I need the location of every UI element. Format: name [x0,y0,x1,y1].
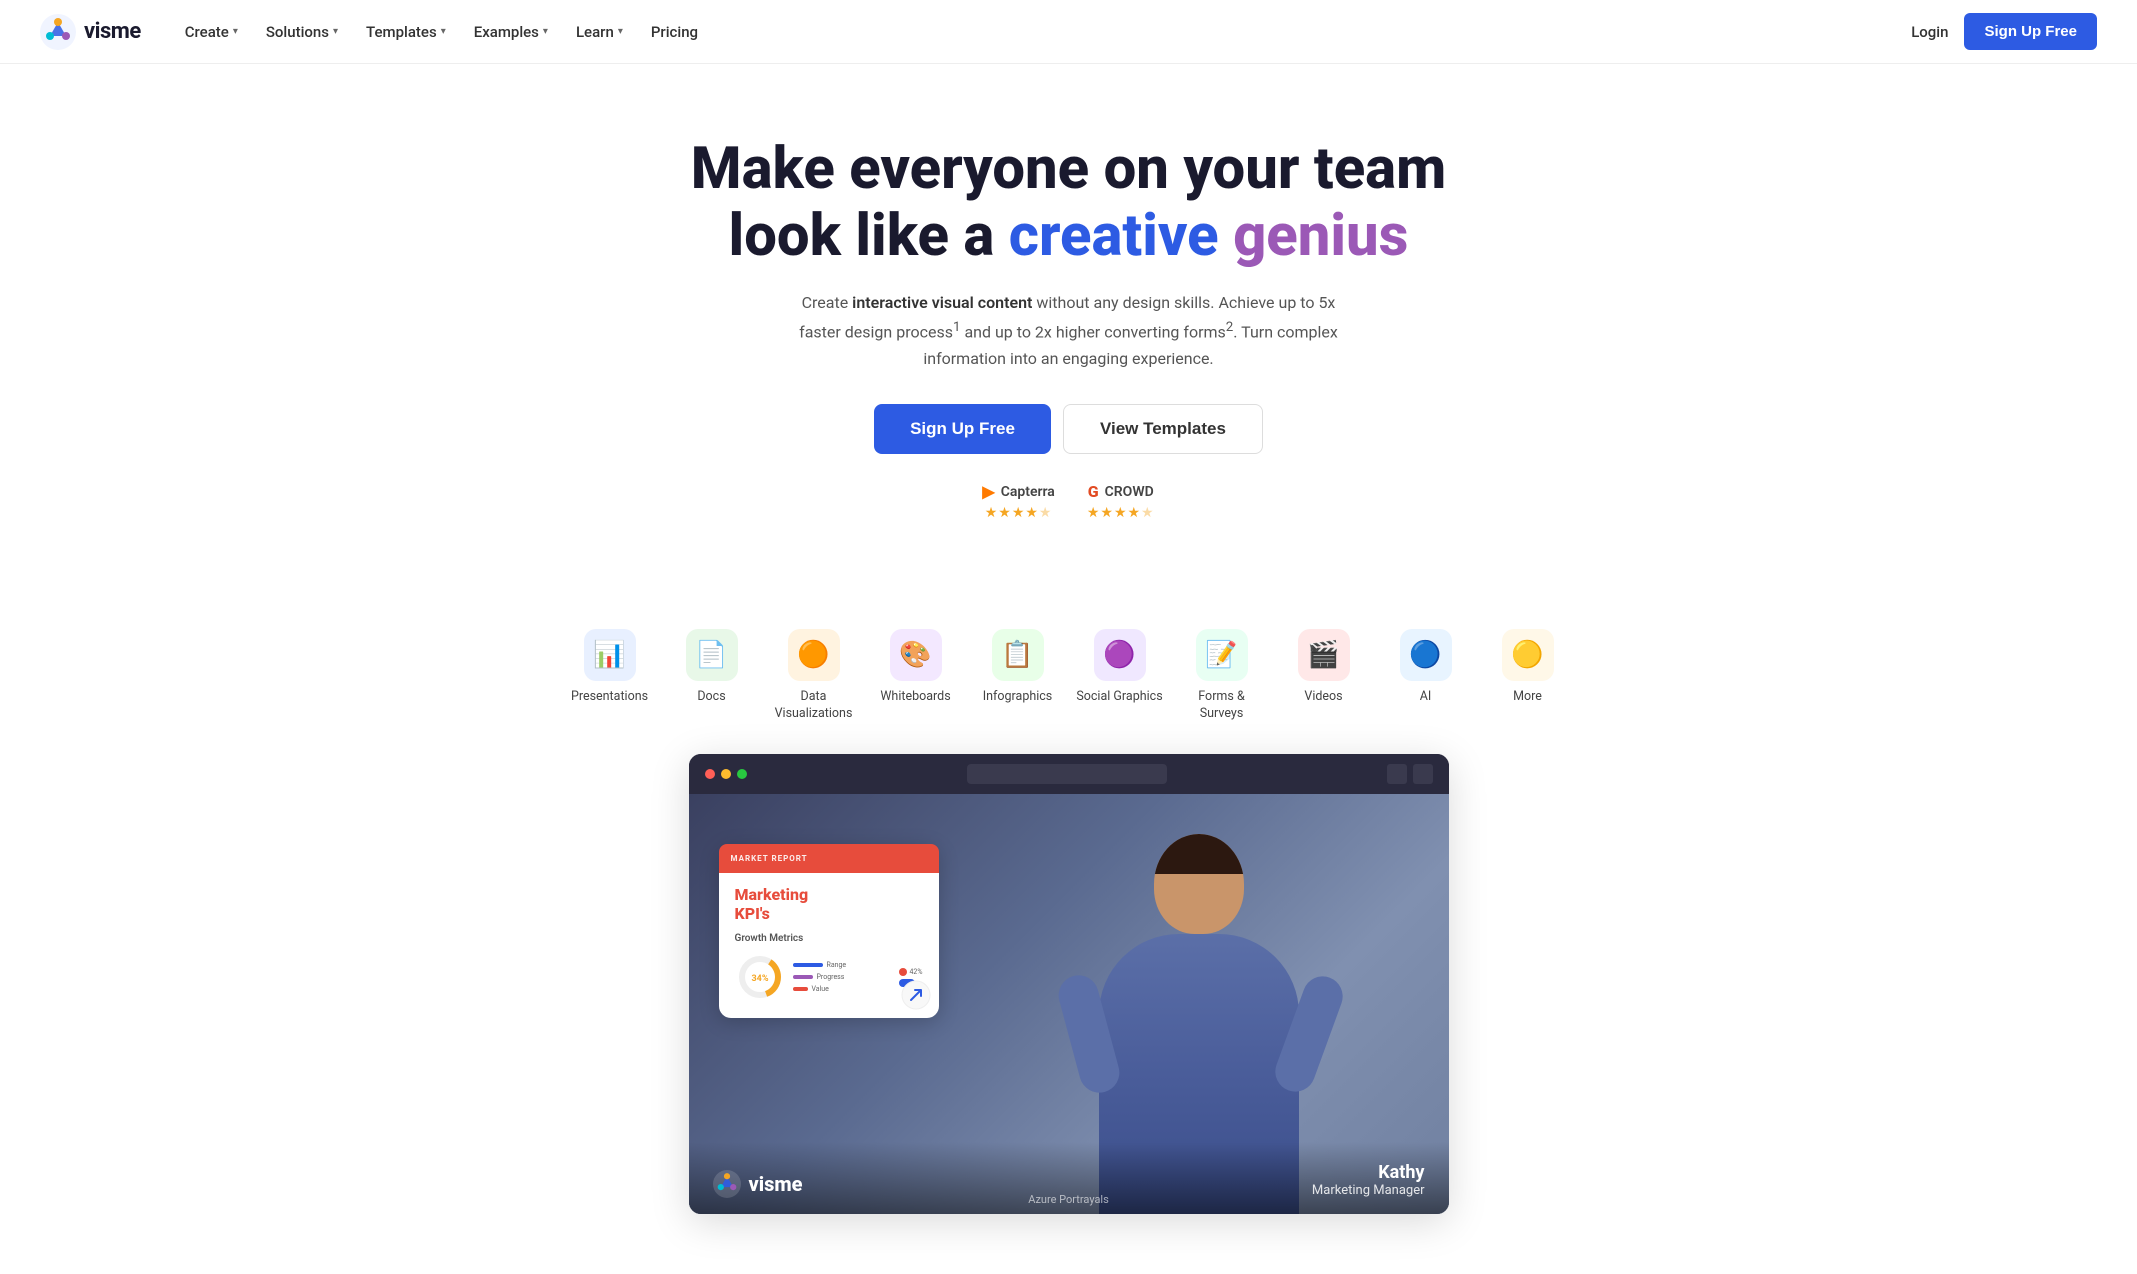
card-title: Marketing KPI's [735,885,923,923]
category-presentations[interactable]: 📊 Presentations [565,629,655,705]
card-chart-row: 34% Range Progress [735,952,923,1002]
chevron-down-icon: ▾ [333,26,338,37]
chevron-down-icon: ▾ [441,26,446,37]
nav-links: Create ▾ Solutions ▾ Templates ▾ Example… [173,15,1911,49]
video-attribution: Azure Portrayals [1028,1193,1109,1206]
category-whiteboards[interactable]: 🎨 Whiteboards [871,629,961,705]
social-graphics-icon: 🟣 [1094,629,1146,681]
infographics-icon: 📋 [992,629,1044,681]
person-job-title: Marketing Manager [1312,1183,1425,1198]
window-control-2 [1413,764,1433,784]
g2-stars: ★★★★★ [1087,505,1155,521]
login-link[interactable]: Login [1911,23,1948,41]
chevron-down-icon: ▾ [618,26,623,37]
nav-item-templates[interactable]: Templates ▾ [354,15,458,49]
person-info: Kathy Marketing Manager [1312,1162,1425,1198]
category-data-visualizations[interactable]: 🟠 Data Visualizations [769,629,859,722]
category-social-graphics[interactable]: 🟣 Social Graphics [1075,629,1165,705]
hero-subtitle: Create interactive visual content withou… [789,289,1349,372]
nav-item-create[interactable]: Create ▾ [173,15,250,49]
category-infographics[interactable]: 📋 Infographics [973,629,1063,705]
logo-link[interactable]: visme [40,14,141,50]
video-logo: visme [713,1170,803,1198]
card-header: MARKET REPORT [719,844,939,873]
hero-title: Make everyone on your team look like a c… [40,136,2097,269]
docs-icon: 📄 [686,629,738,681]
svg-text:34%: 34% [751,974,768,984]
video-section: MARKET REPORT Marketing KPI's Growth Met… [0,754,2137,1274]
visme-logo-icon [713,1170,741,1198]
more-icon: 🟡 [1502,629,1554,681]
g2-icon: G [1088,482,1099,501]
chevron-down-icon: ▾ [233,26,238,37]
ratings-section: ▶ Capterra ★★★★★ G CROWD ★★★★★ [40,482,2097,521]
logo-text: visme [84,19,141,44]
nav-item-solutions[interactable]: Solutions ▾ [254,15,350,49]
category-more[interactable]: 🟡 More [1483,629,1573,705]
forms-surveys-icon: 📝 [1196,629,1248,681]
window-control-1 [1387,764,1407,784]
videos-icon: 🎬 [1298,629,1350,681]
video-frame: MARKET REPORT Marketing KPI's Growth Met… [689,754,1449,1214]
hero-section: Make everyone on your team look like a c… [0,64,2137,609]
window-address-bar [967,764,1167,784]
video-content: MARKET REPORT Marketing KPI's Growth Met… [689,794,1449,1214]
rating-capterra: ▶ Capterra ★★★★★ [982,482,1054,521]
capterra-stars: ★★★★★ [985,505,1053,521]
donut-chart: 34% [735,952,785,1002]
window-dot-red [705,769,715,779]
categories-section: 📊 Presentations 📄 Docs 🟠 Data Visualizat… [0,609,2137,754]
capterra-icon: ▶ [982,482,994,501]
presentations-icon: 📊 [584,629,636,681]
data-viz-icon: 🟠 [788,629,840,681]
category-forms-surveys[interactable]: 📝 Forms & Surveys [1177,629,1267,722]
view-templates-button[interactable]: View Templates [1063,404,1263,454]
nav-right: Login Sign Up Free [1911,13,2097,50]
whiteboards-icon: 🎨 [890,629,942,681]
window-dot-yellow [721,769,731,779]
card-metric-label: Growth Metrics [735,933,923,944]
nav-item-learn[interactable]: Learn ▾ [564,15,635,49]
rating-g2: G CROWD ★★★★★ [1087,482,1155,521]
category-videos[interactable]: 🎬 Videos [1279,629,1369,705]
video-logo-text: visme [749,1172,803,1196]
category-docs[interactable]: 📄 Docs [667,629,757,705]
window-dot-green [737,769,747,779]
video-titlebar [689,754,1449,794]
arrow-graphic [901,980,931,1010]
nav-item-pricing[interactable]: Pricing [639,15,710,49]
ai-icon: 🔵 [1400,629,1452,681]
signup-button-nav[interactable]: Sign Up Free [1964,13,2097,50]
logo-icon [40,14,76,50]
category-ai[interactable]: 🔵 AI [1381,629,1471,705]
signup-button-hero[interactable]: Sign Up Free [874,404,1051,454]
hero-buttons: Sign Up Free View Templates [40,404,2097,454]
person-head [1154,834,1244,934]
kpi-card: MARKET REPORT Marketing KPI's Growth Met… [719,844,939,1018]
nav-item-examples[interactable]: Examples ▾ [462,15,560,49]
person-name: Kathy [1312,1162,1425,1183]
navbar: visme Create ▾ Solutions ▾ Templates ▾ E… [0,0,2137,64]
chevron-down-icon: ▾ [543,26,548,37]
